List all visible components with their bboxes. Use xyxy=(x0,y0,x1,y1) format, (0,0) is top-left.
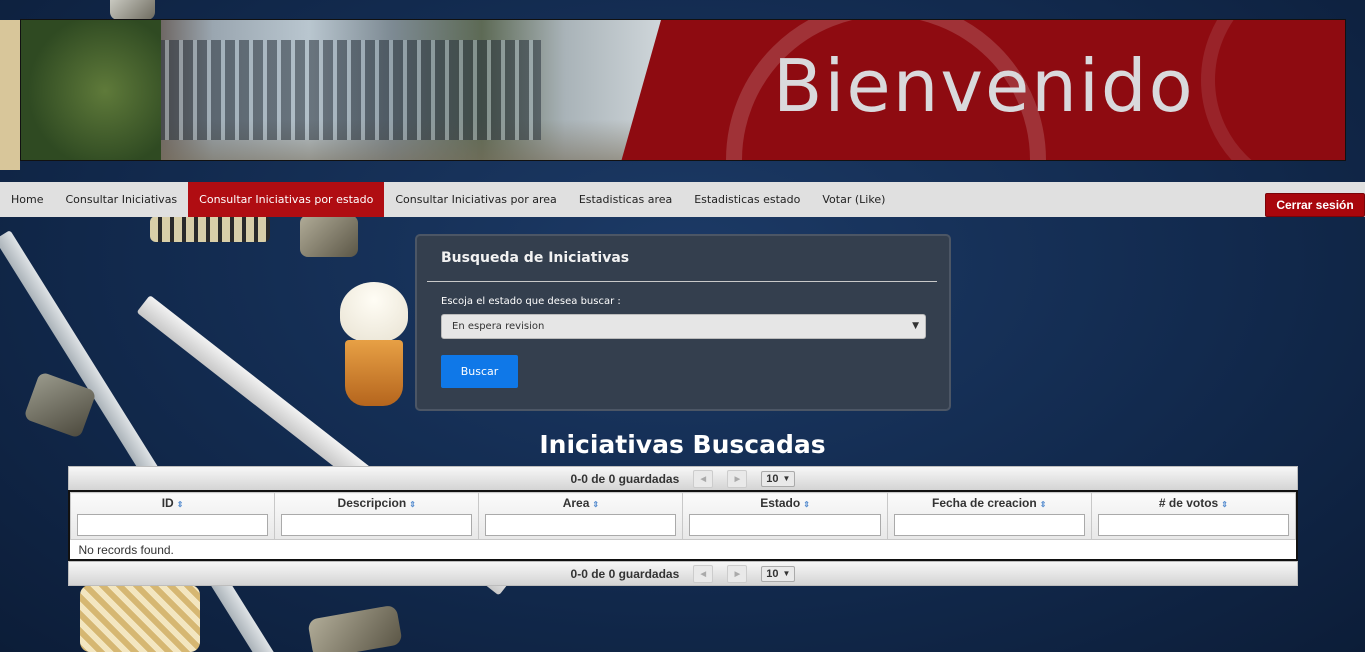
binder-clip-decoration xyxy=(307,604,403,652)
rows-per-page-select[interactable]: 10 ▼ xyxy=(761,470,796,487)
prev-page-icon[interactable]: ◀ xyxy=(693,469,714,488)
next-page-icon[interactable]: ▶ xyxy=(727,564,748,583)
column-header-fecha[interactable]: Fecha de creacion ⇕ xyxy=(886,492,1092,540)
banner-ring-decoration xyxy=(1201,20,1345,160)
prev-page-icon[interactable]: ◀ xyxy=(693,564,714,583)
empty-message: No records found. xyxy=(78,543,174,557)
nav-consultar-por-area[interactable]: Consultar Iniciativas por area xyxy=(384,182,567,217)
column-header-area[interactable]: Area ⇕ xyxy=(478,492,684,540)
nav-estadisticas-area[interactable]: Estadisticas area xyxy=(568,182,683,217)
paginator-status: 0-0 de 0 guardadas xyxy=(570,566,680,581)
column-header-estado[interactable]: Estado ⇕ xyxy=(682,492,888,540)
search-card: Busqueda de Iniciativas Escoja el estado… xyxy=(415,234,951,411)
divider xyxy=(427,281,937,282)
binder-clip-decoration xyxy=(110,0,155,20)
sort-icon[interactable]: ⇕ xyxy=(1040,500,1047,509)
nav-consultar-iniciativas[interactable]: Consultar Iniciativas xyxy=(54,182,188,217)
results-table: ID ⇕ Descripcion ⇕ Area ⇕ Estado ⇕ Fecha de … xyxy=(68,490,1298,561)
search-card-title: Busqueda de Iniciativas xyxy=(441,250,630,266)
ice-cream-cone-decoration xyxy=(345,340,403,406)
table-row: No records found. xyxy=(71,540,1296,561)
dropdown-arrow-icon: ▼ xyxy=(782,569,791,578)
header-banner: Bienvenido xyxy=(20,19,1346,161)
filter-area-input[interactable] xyxy=(485,514,677,536)
column-label: Fecha de creacion xyxy=(931,496,1037,510)
column-label: Descripcion xyxy=(337,496,407,510)
next-page-icon[interactable]: ▶ xyxy=(727,469,748,488)
paginator-status: 0-0 de 0 guardadas xyxy=(570,471,680,486)
logout-button[interactable]: Cerrar sesión xyxy=(1265,193,1365,217)
sort-icon[interactable]: ⇕ xyxy=(592,500,599,509)
paginator-top: 0-0 de 0 guardadas ◀ ▶ 10 ▼ xyxy=(68,466,1298,491)
column-header-votos[interactable]: # de votos ⇕ xyxy=(1090,492,1297,540)
ruler-decoration xyxy=(0,20,20,170)
welcome-title: Bienvenido xyxy=(773,44,1195,128)
rows-per-page-select[interactable]: 10 ▼ xyxy=(761,565,796,582)
washi-tape-decoration xyxy=(80,585,200,652)
rows-per-page-value: 10 xyxy=(766,472,779,485)
filter-votos-input[interactable] xyxy=(1097,514,1289,536)
sort-icon[interactable]: ⇕ xyxy=(1221,500,1228,509)
column-header-descripcion[interactable]: Descripcion ⇕ xyxy=(274,492,480,540)
main-nav: Home Consultar Iniciativas Consultar Ini… xyxy=(0,182,1365,217)
filter-descripcion-input[interactable] xyxy=(281,514,473,536)
ice-cream-eraser-decoration xyxy=(340,282,408,342)
estado-selected-value: En espera revision xyxy=(452,321,545,332)
sort-icon[interactable]: ⇕ xyxy=(177,500,184,509)
results-title: Iniciativas Buscadas xyxy=(539,430,826,459)
sort-icon[interactable]: ⇕ xyxy=(803,500,810,509)
column-label: ID xyxy=(161,496,174,510)
column-label: Estado xyxy=(760,496,801,510)
nav-home[interactable]: Home xyxy=(0,182,54,217)
rows-per-page-value: 10 xyxy=(766,567,779,580)
dropdown-arrow-icon: ▼ xyxy=(782,474,791,483)
binder-clip-decoration xyxy=(300,215,358,257)
filter-fecha-input[interactable] xyxy=(893,514,1085,536)
column-label: Area xyxy=(562,496,590,510)
nav-estadisticas-estado[interactable]: Estadisticas estado xyxy=(683,182,811,217)
dropdown-arrow-icon: ▼ xyxy=(912,321,919,331)
filter-id-input[interactable] xyxy=(77,514,269,536)
nav-votar[interactable]: Votar (Like) xyxy=(811,182,896,217)
column-header-id[interactable]: ID ⇕ xyxy=(69,492,276,540)
column-label: # de votos xyxy=(1158,496,1219,510)
washi-tape-decoration xyxy=(150,216,270,242)
nav-consultar-por-estado[interactable]: Consultar Iniciativas por estado xyxy=(188,182,385,217)
filter-estado-input[interactable] xyxy=(689,514,881,536)
buscar-button[interactable]: Buscar xyxy=(441,355,518,388)
estado-select[interactable]: En espera revision ▼ xyxy=(441,314,926,339)
sort-icon[interactable]: ⇕ xyxy=(409,500,416,509)
estado-label: Escoja el estado que desea buscar : xyxy=(441,296,621,307)
paginator-bottom: 0-0 de 0 guardadas ◀ ▶ 10 ▼ xyxy=(68,561,1298,586)
campus-building-photo xyxy=(21,20,661,160)
